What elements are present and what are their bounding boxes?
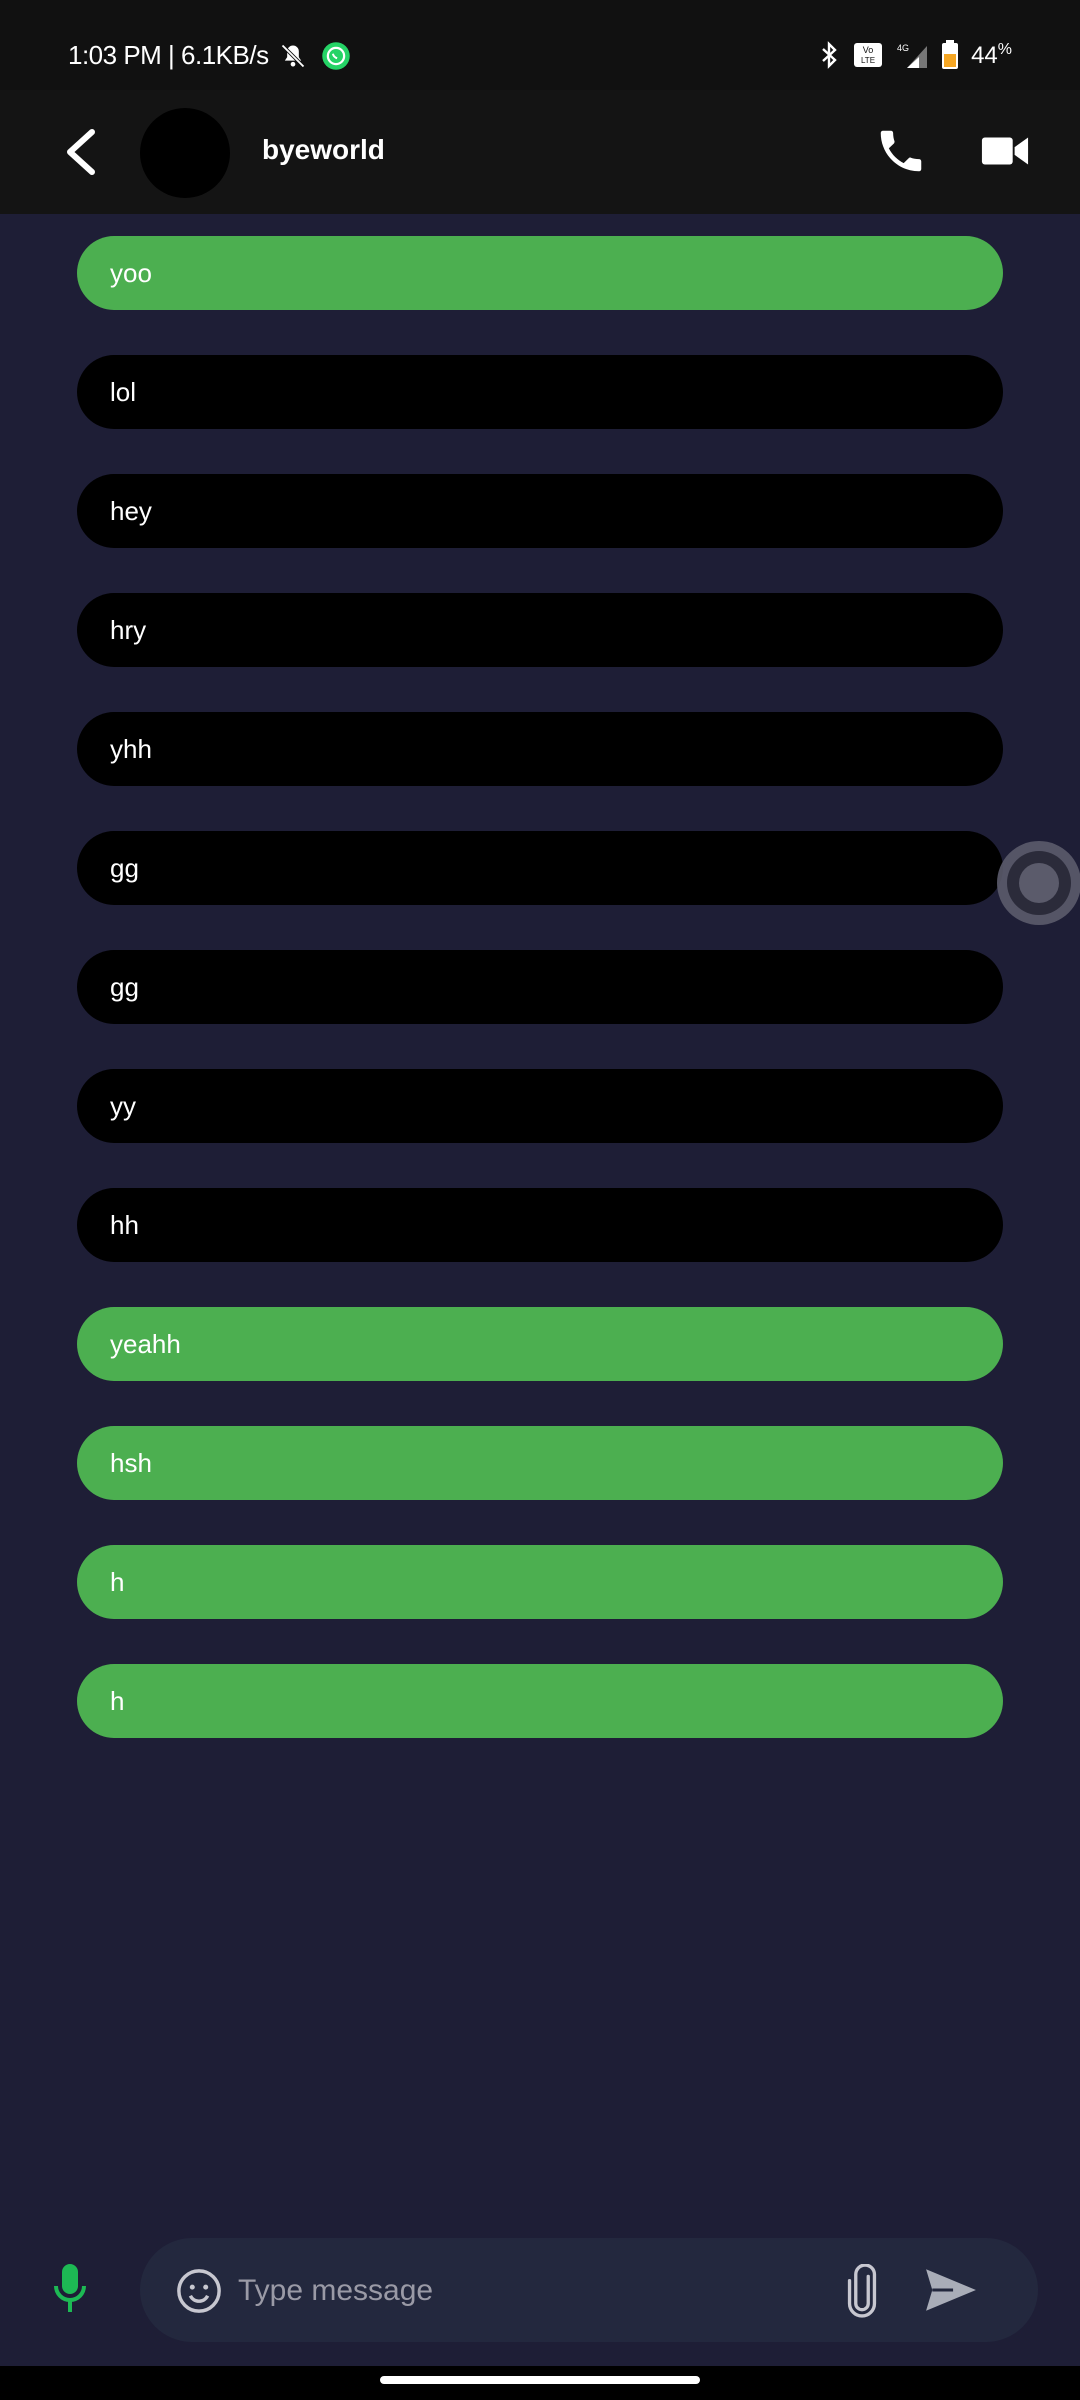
avatar[interactable] — [140, 108, 230, 198]
send-button[interactable] — [924, 2266, 978, 2314]
message-bubble-received[interactable]: gg — [77, 950, 1003, 1024]
battery-percentage: 44% — [971, 40, 1012, 69]
microphone-button[interactable] — [50, 2262, 90, 2314]
message-bubble-sent[interactable]: h — [77, 1664, 1003, 1738]
message-list[interactable]: yoo lol hey hry yhh gg gg yy hh yeahh hsh h h — [0, 214, 1080, 2224]
volte-icon: Vo LTE — [854, 43, 883, 67]
status-time-speed: 1:03 PM | 6.1KB/s — [68, 40, 269, 70]
back-button[interactable] — [52, 120, 112, 184]
status-left: 1:03 PM | 6.1KB/s — [68, 40, 351, 71]
chat-header: byeworld — [0, 90, 1080, 214]
message-bubble-received[interactable]: gg — [77, 831, 1003, 905]
battery-icon — [942, 40, 959, 69]
system-navigation-bar — [0, 2366, 1080, 2400]
message-bubble-sent[interactable]: yoo — [77, 236, 1003, 310]
message-bubble-sent[interactable]: h — [77, 1545, 1003, 1619]
svg-text:LTE: LTE — [861, 56, 875, 65]
message-bubble-sent[interactable]: yeahh — [77, 1307, 1003, 1381]
signal-icon: 4G — [897, 43, 928, 68]
svg-text:4G: 4G — [897, 43, 909, 53]
message-bubble-sent[interactable]: hsh — [77, 1426, 1003, 1500]
message-composer — [140, 2238, 1038, 2342]
whatsapp-icon — [321, 41, 350, 70]
message-bubble-received[interactable]: hh — [77, 1188, 1003, 1262]
contact-name[interactable]: byeworld — [262, 134, 385, 166]
floating-assistive-button[interactable] — [994, 838, 1080, 928]
attach-button[interactable] — [844, 2264, 880, 2318]
video-call-button[interactable] — [980, 128, 1030, 174]
message-bubble-received[interactable]: hey — [77, 474, 1003, 548]
message-input[interactable] — [236, 2260, 840, 2322]
chat-screen: 1:03 PM | 6.1KB/s Vo LTE 4G 44% byeworld… — [0, 0, 1080, 2400]
phone-call-button[interactable] — [874, 124, 928, 178]
message-bubble-received[interactable]: hry — [77, 593, 1003, 667]
svg-text:Vo: Vo — [863, 45, 874, 55]
message-bubble-received[interactable]: yy — [77, 1069, 1003, 1143]
status-bar: 1:03 PM | 6.1KB/s Vo LTE 4G 44% — [0, 0, 1080, 90]
home-indicator[interactable] — [380, 2376, 700, 2384]
notifications-muted-icon — [280, 43, 305, 68]
message-bubble-received[interactable]: yhh — [77, 712, 1003, 786]
emoji-button[interactable] — [176, 2268, 222, 2314]
status-right: Vo LTE 4G 44% — [807, 40, 1012, 70]
message-bubble-received[interactable]: lol — [77, 355, 1003, 429]
bluetooth-icon — [822, 41, 837, 69]
